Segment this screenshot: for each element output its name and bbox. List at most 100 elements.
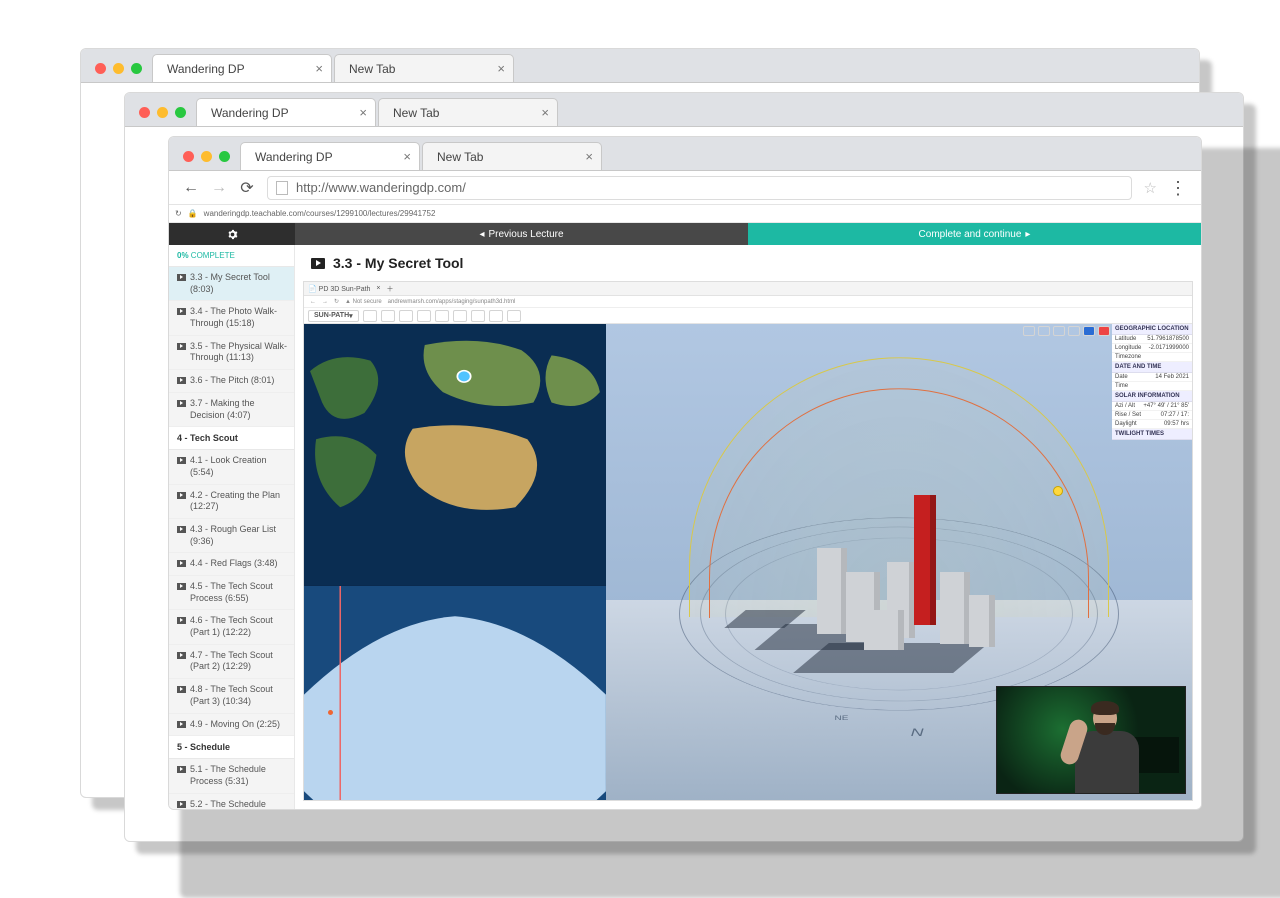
view-button[interactable] xyxy=(1098,326,1110,336)
lecture-item[interactable]: 4.4 - Red Flags (3:48) xyxy=(169,553,294,576)
view-button[interactable] xyxy=(1023,326,1035,336)
lecture-item[interactable]: 5.1 - The Schedule Process (5:31) xyxy=(169,759,294,793)
daylength-chart[interactable]: DAY LENGTH xyxy=(304,586,606,800)
presenter-figure xyxy=(1065,693,1145,793)
video-icon xyxy=(177,652,186,659)
lecture-item[interactable]: 4.5 - The Tech Scout Process (6:55) xyxy=(169,576,294,610)
reload-icon[interactable]: ↻ xyxy=(334,298,339,305)
video-icon xyxy=(177,686,186,693)
lecture-item[interactable]: 4.2 - Creating the Plan (12:27) xyxy=(169,485,294,519)
lecture-item[interactable]: 3.4 - The Photo Walk-Through (15:18) xyxy=(169,301,294,335)
lecture-item[interactable]: 4.9 - Moving On (2:25) xyxy=(169,714,294,737)
tool-button[interactable] xyxy=(399,310,413,322)
reload-icon[interactable]: ⟳ xyxy=(239,180,255,196)
settings-button[interactable] xyxy=(169,223,295,245)
lecture-label: 4.1 - Look Creation (5:54) xyxy=(190,455,288,478)
tool-button[interactable] xyxy=(489,310,503,322)
window-controls xyxy=(177,151,240,170)
bookmark-icon[interactable]: ☆ xyxy=(1144,179,1157,197)
close-icon[interactable]: × xyxy=(359,105,367,120)
lecture-label: 4.7 - The Tech Scout (Part 2) (12:29) xyxy=(190,650,288,673)
view-button[interactable] xyxy=(1038,326,1050,336)
info-row: Date14 Feb 2021 xyxy=(1112,373,1192,382)
lecture-item[interactable]: 5.2 - The Schedule (9:41) xyxy=(169,794,294,809)
sunpath-mode-button[interactable]: SUN-PATH ▾ xyxy=(308,310,359,322)
lecture-label: 4.5 - The Tech Scout Process (6:55) xyxy=(190,581,288,604)
presenter-video[interactable] xyxy=(996,686,1186,794)
map-svg xyxy=(304,324,606,586)
close-icon[interactable]: × xyxy=(315,61,323,76)
close-window-icon[interactable] xyxy=(183,151,194,162)
close-icon[interactable]: × xyxy=(541,105,549,120)
tool-button[interactable] xyxy=(453,310,467,322)
section-header: 4 - Tech Scout xyxy=(169,427,294,450)
lecture-item[interactable]: 4.6 - The Tech Scout (Part 1) (12:22) xyxy=(169,610,294,644)
tab-wandering[interactable]: Wandering DP× xyxy=(152,54,332,82)
lecture-label: 3.6 - The Pitch (8:01) xyxy=(190,375,288,387)
view-button[interactable] xyxy=(1053,326,1065,336)
world-map[interactable] xyxy=(304,324,606,586)
video-icon xyxy=(177,766,186,773)
view-button[interactable] xyxy=(1083,326,1095,336)
lecture-label: 4.6 - The Tech Scout (Part 1) (12:22) xyxy=(190,615,288,638)
3d-viewport[interactable]: N NE GEOGRAPHIC LOCATIONLatitude51.79618… xyxy=(606,324,1192,800)
progress-indicator: 0% COMPLETE xyxy=(169,245,294,267)
tool-button[interactable] xyxy=(435,310,449,322)
tab-bar: Wandering DP× New Tab× xyxy=(169,137,1201,171)
video-icon xyxy=(177,721,186,728)
lecture-item[interactable]: 3.5 - The Physical Walk-Through (11:13) xyxy=(169,336,294,370)
close-tab-icon[interactable]: × xyxy=(403,149,411,164)
app-tab[interactable]: 📄 PD 3D Sun-Path xyxy=(308,285,370,293)
close-icon[interactable]: × xyxy=(376,285,380,292)
tool-button[interactable] xyxy=(471,310,485,322)
lecture-label: 4.9 - Moving On (2:25) xyxy=(190,719,288,731)
close-icon[interactable]: × xyxy=(497,61,505,76)
back-icon[interactable]: ← xyxy=(183,180,199,196)
minimize-window-icon[interactable] xyxy=(201,151,212,162)
close-tab-icon[interactable]: × xyxy=(585,149,593,164)
reload-icon[interactable]: ↻ xyxy=(175,209,182,218)
tab-new-tab[interactable]: New Tab× xyxy=(422,142,602,170)
lecture-label: 3.4 - The Photo Walk-Through (15:18) xyxy=(190,306,288,329)
forward-icon[interactable]: → xyxy=(322,299,328,305)
back-icon[interactable]: ← xyxy=(310,299,316,305)
daylength-svg xyxy=(304,586,606,800)
compass-n-label: N xyxy=(911,726,924,739)
lecture-item[interactable]: 3.7 - Making the Decision (4:07) xyxy=(169,393,294,427)
tab-wandering[interactable]: Wandering DP× xyxy=(196,98,376,126)
url-input[interactable]: http://www.wanderingdp.com/ xyxy=(267,176,1132,200)
tool-button[interactable] xyxy=(363,310,377,322)
tab-new[interactable]: New Tab× xyxy=(378,98,558,126)
app-url: andrewmarsh.com/apps/staging/sunpath3d.h… xyxy=(388,299,516,305)
lecture-item[interactable]: 3.3 - My Secret Tool (8:03) xyxy=(169,267,294,301)
embedded-app: 📄 PD 3D Sun-Path×＋ ←→↻ ▲ Not secure andr… xyxy=(303,281,1193,801)
tab-wandering-dp[interactable]: Wandering DP× xyxy=(240,142,420,170)
info-row: Rise / Set07:27 / 17: xyxy=(1112,411,1192,420)
new-tab-icon[interactable]: ＋ xyxy=(387,284,394,294)
lecture-item[interactable]: 4.1 - Look Creation (5:54) xyxy=(169,450,294,484)
lecture-item[interactable]: 3.6 - The Pitch (8:01) xyxy=(169,370,294,393)
lecture-item[interactable]: 4.7 - The Tech Scout (Part 2) (12:29) xyxy=(169,645,294,679)
lecture-label: 4.8 - The Tech Scout (Part 3) (10:34) xyxy=(190,684,288,707)
lecture-label: 3.3 - My Secret Tool (8:03) xyxy=(190,272,288,295)
complete-continue-button[interactable]: Complete and continue▸ xyxy=(748,223,1201,245)
tool-button[interactable] xyxy=(381,310,395,322)
lecture-label: 5.1 - The Schedule Process (5:31) xyxy=(190,764,288,787)
previous-lecture-button[interactable]: ◂Previous Lecture xyxy=(295,223,748,245)
menu-icon[interactable]: ⋮ xyxy=(1169,185,1187,191)
lecture-item[interactable]: 4.8 - The Tech Scout (Part 3) (10:34) xyxy=(169,679,294,713)
maximize-window-icon[interactable] xyxy=(219,151,230,162)
viewport-toolbar xyxy=(1023,326,1110,336)
lecture-label: 5.2 - The Schedule (9:41) xyxy=(190,799,288,809)
lecture-item[interactable]: 4.3 - Rough Gear List (9:36) xyxy=(169,519,294,553)
view-button[interactable] xyxy=(1068,326,1080,336)
address-bar: ← → ⟳ http://www.wanderingdp.com/ ☆ ⋮ xyxy=(169,171,1201,205)
forward-icon[interactable]: → xyxy=(211,180,227,196)
page-icon xyxy=(276,181,288,195)
prev-label: Previous Lecture xyxy=(488,229,563,240)
video-icon xyxy=(177,801,186,808)
tab-new[interactable]: New Tab× xyxy=(334,54,514,82)
tool-button[interactable] xyxy=(507,310,521,322)
video-icon xyxy=(177,274,186,281)
tool-button[interactable] xyxy=(417,310,431,322)
